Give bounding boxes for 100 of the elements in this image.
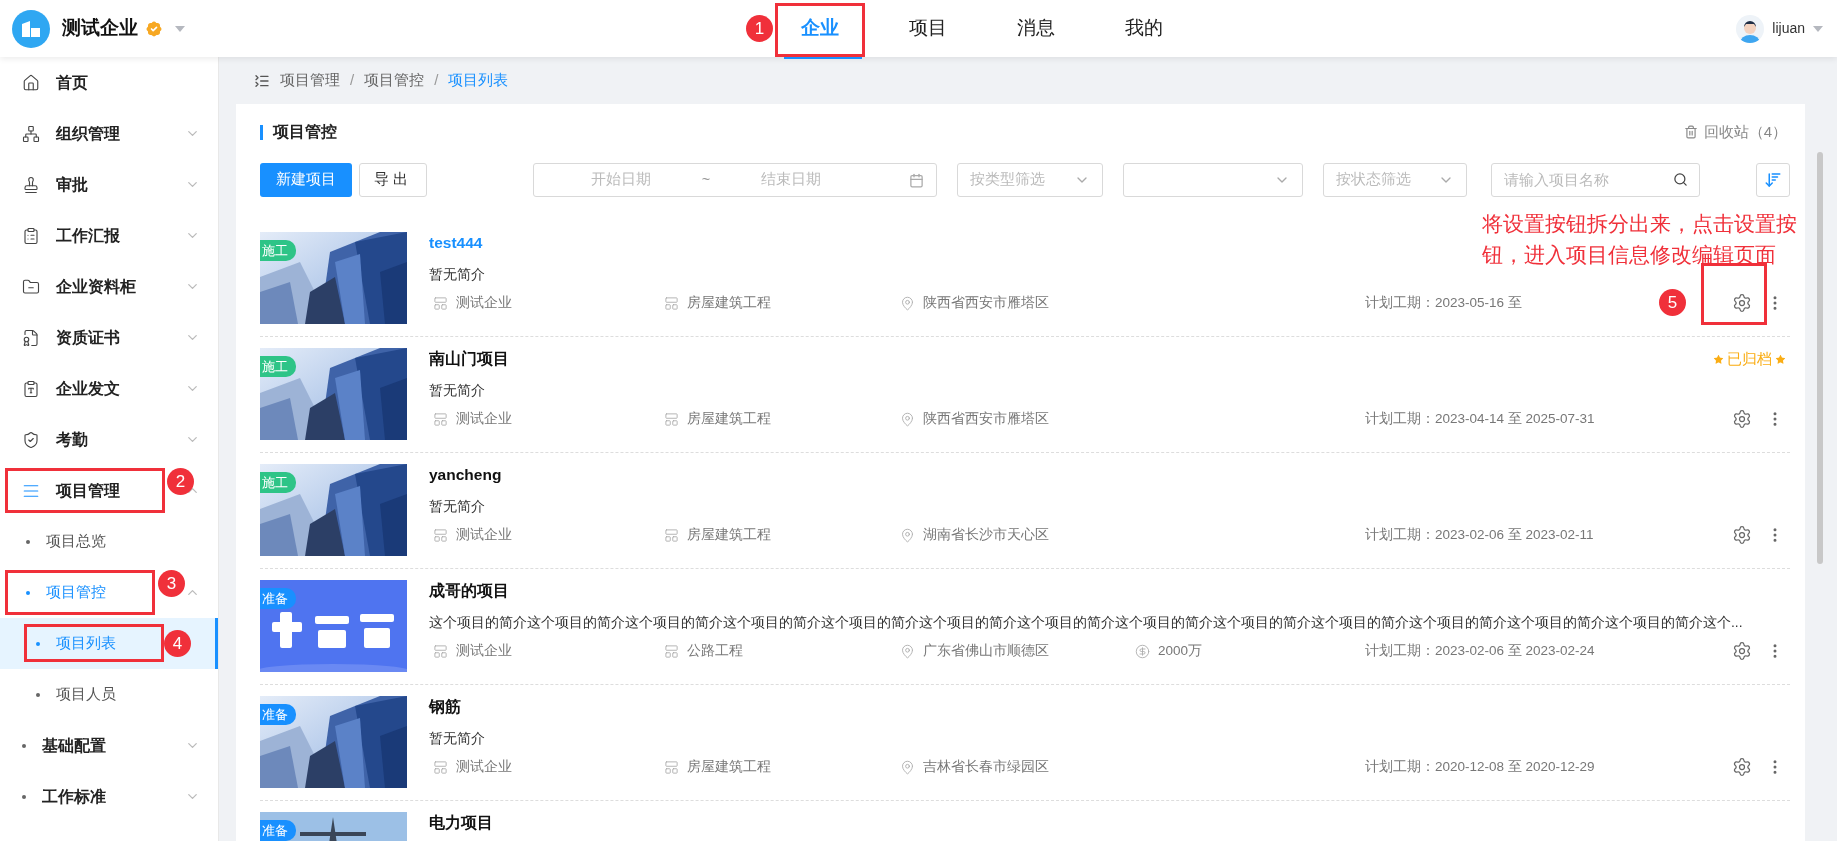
sidebar-item[interactable]: 项目列表 4 (0, 618, 218, 669)
stamp-icon (22, 175, 40, 194)
meta-text: 房屋建筑工程 (687, 757, 771, 776)
sidebar-item[interactable]: 项目人员 (0, 669, 218, 720)
meta-text: 测试企业 (456, 409, 512, 428)
step-number-badge: 2 (167, 468, 194, 495)
card-title: 项目管控 (273, 122, 337, 142)
project-title[interactable]: 钢筋 (429, 695, 461, 719)
project-intro: 暂无简介 (429, 730, 486, 748)
plan-period: 计划工期：2020-12-08 至 2020-12-29 (1365, 757, 1595, 776)
bullet-icon (36, 641, 40, 646)
project-title[interactable]: yancheng (429, 463, 502, 487)
blocks-icon (664, 643, 679, 659)
location-pin-icon (900, 759, 915, 775)
status-tag: 施工 (260, 472, 296, 493)
project-title[interactable]: 成哥的项目 (429, 579, 509, 603)
meta-text: 测试企业 (456, 293, 512, 312)
bullet-icon (26, 539, 30, 544)
meta-text: 房屋建筑工程 (687, 293, 771, 312)
recycle-bin-link[interactable]: 回收站（4） (1703, 120, 1787, 144)
trash-icon (1683, 125, 1698, 139)
meta-text: 测试企业 (456, 641, 512, 660)
location-pin-icon (900, 295, 915, 311)
project-title[interactable]: 南山门项目 (429, 347, 509, 371)
blocks-icon (433, 411, 448, 427)
blocks-icon (664, 759, 679, 775)
meta-text: 测试企业 (456, 525, 512, 544)
nav-tab[interactable]: 项目 (886, 3, 970, 54)
sidebar-item[interactable]: 项目总览 (0, 516, 218, 567)
plan-period: 计划工期：2023-02-06 至 2023-02-24 (1365, 641, 1595, 660)
meta-text: 房屋建筑工程 (687, 409, 771, 428)
archived-label: 已归档 (1727, 348, 1772, 369)
sidebar-item[interactable]: 基础配置 (0, 720, 218, 771)
title-accent-bar (260, 124, 263, 140)
sidebar-item[interactable]: 工作标准 (0, 771, 218, 822)
meta-text: 广东省佛山市顺德区 (923, 641, 1049, 660)
project-title[interactable]: 电力项目 (429, 811, 493, 835)
bullet-icon (22, 743, 26, 748)
company-name: 测试企业 (62, 16, 138, 41)
sidebar-item[interactable]: 首页 (0, 57, 218, 108)
settings-icon[interactable] (1732, 409, 1752, 429)
sidebar-item[interactable]: 项目管理 2 (0, 465, 218, 516)
user-name[interactable]: lijuan (1772, 18, 1805, 39)
search-icon[interactable] (1673, 172, 1688, 187)
sidebar-item[interactable]: 考勤 (0, 414, 218, 465)
breadcrumb-separator: / (350, 70, 355, 91)
sidebar-item[interactable]: 项目管控 3 (0, 567, 218, 618)
meta-text: 陕西省西安市雁塔区 (923, 293, 1049, 312)
menu-fold-icon[interactable] (254, 72, 270, 89)
sidebar-item[interactable]: 组织管理 (0, 108, 218, 159)
step-number-badge: 3 (158, 570, 185, 597)
bullet-icon (26, 590, 30, 595)
meta-text: 2000万 (1158, 641, 1203, 660)
breadcrumb-separator: / (434, 70, 439, 91)
status-tag: 施工 (260, 240, 296, 261)
blocks-icon (433, 759, 448, 775)
sidebar-item[interactable]: 审批 (0, 159, 218, 210)
settings-icon[interactable] (1732, 525, 1752, 545)
blocks-icon (433, 527, 448, 543)
meta-text: 公路工程 (687, 641, 743, 660)
settings-icon[interactable] (1732, 641, 1752, 661)
certificate-icon (22, 328, 40, 347)
building-icon (21, 19, 41, 38)
clipboard-icon (22, 226, 40, 245)
settings-icon[interactable] (1732, 757, 1752, 777)
breadcrumb-link[interactable]: 项目管理 (280, 69, 340, 92)
sidebar-item[interactable]: 企业资料柜 (0, 261, 218, 312)
shield-check-icon (22, 430, 40, 449)
status-tag: 准备 (260, 704, 296, 725)
nav-tab[interactable]: 我的 (1102, 3, 1186, 54)
project-intro: 这个项目的简介这个项目的简介这个项目的简介这个项目的简介这个项目的简介这个项目的简介这个项目的简介这个项目的简介这个项目的简介这个项目的简介这个项目的简介这个项目的简介这个项目的简介这个... (429, 614, 1744, 632)
settings-icon[interactable] (1732, 293, 1752, 313)
project-intro: 暂无简介 (429, 266, 486, 284)
annotation-frame (1701, 263, 1767, 325)
nav-tab[interactable]: 消息 (994, 3, 1078, 54)
search-field[interactable]: 请输入项目名称 (1491, 163, 1700, 197)
status-tag: 准备 (260, 588, 296, 609)
document-icon (22, 379, 40, 398)
calendar-icon (909, 172, 924, 188)
meta-text: 湖南省长沙市天心区 (923, 525, 1049, 544)
blocks-icon (433, 643, 448, 659)
blocks-icon (664, 411, 679, 427)
bullet-icon (36, 692, 40, 697)
annotation-note: 将设置按钮拆分出来，点击设置按 (1482, 211, 1797, 237)
sidebar-item[interactable]: 资质证书 (0, 312, 218, 363)
plan-period: 计划工期：2023-02-06 至 2023-02-11 (1365, 525, 1594, 544)
meta-text: 房屋建筑工程 (687, 525, 771, 544)
meta-text: 吉林省长春市绿园区 (923, 757, 1049, 776)
location-pin-icon (900, 411, 915, 427)
sidebar-item[interactable]: 企业发文 (0, 363, 218, 414)
step-number-badge: 5 (1659, 289, 1686, 316)
step-number-badge: 1 (746, 15, 773, 42)
export-button[interactable]: 导出 (359, 163, 427, 197)
step-number-badge: 4 (164, 630, 191, 657)
sidebar-item[interactable]: 工作汇报 (0, 210, 218, 261)
status-tag: 准备 (260, 820, 296, 841)
star-icon (1775, 353, 1786, 365)
location-pin-icon (900, 527, 915, 543)
breadcrumb-link[interactable]: 项目管控 (364, 69, 425, 92)
user-avatar[interactable] (1736, 14, 1765, 43)
